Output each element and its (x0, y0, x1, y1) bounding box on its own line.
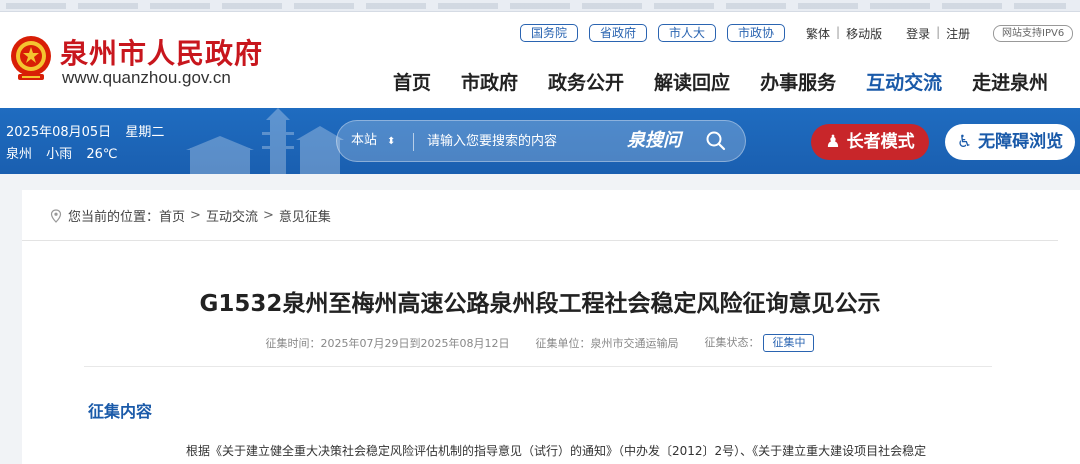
search-icon[interactable] (705, 130, 727, 152)
login-link[interactable]: 登录 (906, 25, 930, 42)
ipv6-badge: 网站支持IPV6 (993, 25, 1074, 42)
article-title: G1532泉州至梅州高速公路泉州段工程社会稳定风险征询意见公示 (199, 291, 881, 317)
city-name: 泉州 (6, 147, 33, 162)
accessibility-label: 无障碍浏览 (978, 132, 1064, 152)
search-box: 本站 ⬍ 泉搜问 (336, 120, 746, 162)
main-nav: 首页 市政府 政务公开 解读回应 办事服务 互动交流 走进泉州 (378, 68, 1063, 98)
accessibility-button[interactable]: ♿ 无障碍浏览 (945, 124, 1075, 160)
mobile-version-link[interactable]: 移动版 (846, 25, 882, 42)
nav-interaction[interactable]: 互动交流 (851, 68, 957, 98)
elder-icon: ♟ (825, 132, 841, 152)
breadcrumb-interaction[interactable]: 互动交流 (206, 206, 258, 225)
elder-mode-label: 长者模式 (846, 132, 915, 152)
nav-home[interactable]: 首页 (378, 68, 446, 98)
nav-gov-affairs[interactable]: 政务公开 (533, 68, 639, 98)
current-weekday: 星期二 (125, 125, 165, 140)
period-label: 征集时间： (265, 337, 321, 350)
top-links: 国务院 省政府 市人大 市政协 (520, 24, 786, 42)
breadcrumb: 您当前的位置： 首页 > 互动交流 > 意见征集 (50, 206, 331, 225)
breadcrumb-separator: > (262, 208, 274, 223)
breadcrumb-separator: > (190, 208, 201, 223)
wheelchair-icon: ♿ (956, 132, 973, 152)
period-value: 2025年07月29日到2025年08月12日 (320, 337, 510, 350)
search-band: 2025年08月05日 星期二 泉州 小雨 26℃ 本站 ⬍ 泉搜问 ♟ 长者模式… (0, 108, 1080, 174)
article-card: 您当前的位置： 首页 > 互动交流 > 意见征集 G1532泉州至梅州高速公路泉… (22, 190, 1080, 464)
link-provincial-gov[interactable]: 省政府 (589, 24, 648, 42)
meta-divider (84, 366, 992, 367)
updown-caret-icon: ⬍ (387, 136, 396, 147)
site-url[interactable]: www.quanzhou.gov.cn (62, 68, 231, 88)
nav-municipal-gov[interactable]: 市政府 (446, 68, 533, 98)
collection-period: 征集时间：2025年07月29日到2025年08月12日 (266, 335, 510, 351)
search-input[interactable] (427, 129, 607, 153)
national-emblem-icon (11, 36, 51, 80)
breadcrumb-prefix: 您当前的位置： (68, 210, 160, 225)
city-skyline-decoration (186, 108, 344, 174)
link-municipal-congress[interactable]: 市人大 (658, 24, 717, 42)
util-separator: | (936, 25, 941, 39)
nav-interpretation[interactable]: 解读回应 (639, 68, 745, 98)
site-header: 泉州市人民政府 www.quanzhou.gov.cn 国务院 省政府 市人大 … (0, 12, 1080, 108)
search-divider (413, 133, 414, 151)
utility-links: 繁体 | 移动版 登录 | 注册 (806, 25, 970, 42)
search-scope-label: 本站 (351, 133, 378, 148)
status-badge: 征集中 (763, 334, 815, 352)
weather-text: 小雨 (46, 147, 73, 162)
section-title: 征集内容 (88, 402, 153, 421)
location-pin-icon (50, 208, 62, 223)
collection-unit: 征集单位：泉州市交通运输局 (535, 335, 678, 351)
nav-services[interactable]: 办事服务 (745, 68, 851, 98)
link-state-council[interactable]: 国务院 (520, 24, 579, 42)
breadcrumb-home[interactable]: 首页 (159, 206, 185, 225)
date-weather: 2025年08月05日 星期二 泉州 小雨 26℃ (6, 122, 174, 166)
util-separator: | (836, 25, 841, 39)
traditional-chinese-link[interactable]: 繁体 (806, 25, 830, 42)
current-date: 2025年08月05日 (6, 125, 112, 140)
browser-toolbar-strip (0, 0, 1080, 12)
collection-status: 征集状态： 征集中 (704, 334, 815, 352)
article-meta: 征集时间：2025年07月29日到2025年08月12日 征集单位：泉州市交通运… (22, 334, 1058, 352)
status-label: 征集状态： (704, 336, 760, 349)
unit-label: 征集单位： (535, 337, 591, 350)
temperature: 26℃ (86, 147, 118, 162)
elder-mode-button[interactable]: ♟ 长者模式 (811, 124, 929, 160)
search-brand: 泉搜问 (627, 130, 681, 151)
breadcrumb-opinion-collection[interactable]: 意见征集 (279, 206, 331, 225)
unit-value: 泉州市交通运输局 (590, 337, 679, 350)
article-paragraph: 根据《关于建立健全重大决策社会稳定风险评估机制的指导意见（试行）的通知》（中办发… (186, 444, 927, 458)
breadcrumb-divider (22, 240, 1058, 241)
site-name[interactable]: 泉州市人民政府 (60, 32, 263, 72)
link-cppcc[interactable]: 市政协 (727, 24, 786, 42)
search-scope-select[interactable]: 本站 ⬍ (351, 121, 395, 162)
nav-about-quanzhou[interactable]: 走进泉州 (957, 68, 1063, 98)
register-link[interactable]: 注册 (946, 25, 970, 42)
